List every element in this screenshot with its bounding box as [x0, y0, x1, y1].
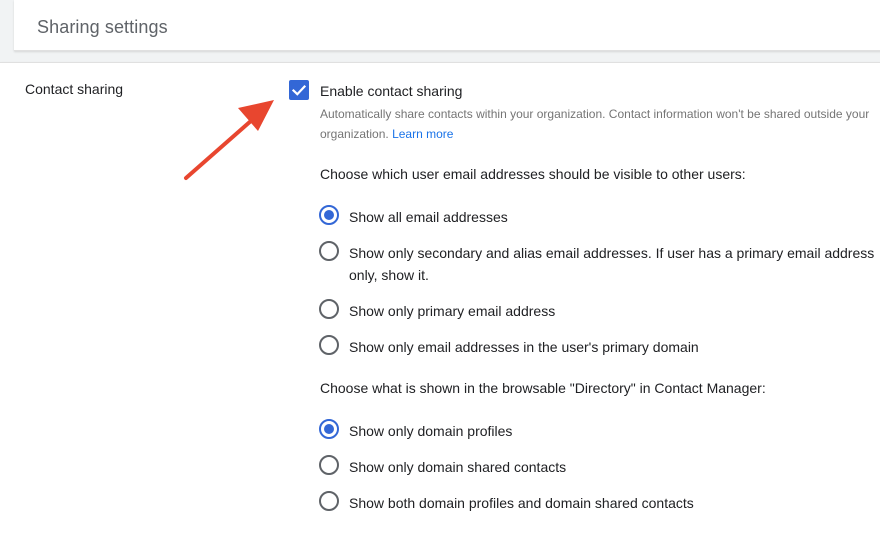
section-label: Contact sharing — [25, 81, 124, 97]
enable-contact-sharing-label[interactable]: Enable contact sharing — [320, 83, 462, 99]
directory-question: Choose what is shown in the browsable "D… — [320, 380, 766, 396]
radio-button[interactable] — [319, 205, 339, 225]
sharing-settings-header: Sharing settings — [14, 0, 880, 51]
radio-label[interactable]: Show only secondary and alias email addr… — [349, 242, 879, 286]
learn-more-link[interactable]: Learn more — [392, 127, 453, 141]
radio-label[interactable]: Show only domain shared contacts — [349, 456, 879, 478]
radio-label[interactable]: Show only domain profiles — [349, 420, 879, 442]
radio-label[interactable]: Show all email addresses — [349, 206, 879, 228]
contact-sharing-description: Automatically share contacts within your… — [320, 104, 876, 144]
radio-button[interactable] — [319, 455, 339, 475]
radio-button[interactable] — [319, 335, 339, 355]
enable-contact-sharing-checkbox[interactable] — [289, 80, 309, 100]
radio-button[interactable] — [319, 299, 339, 319]
radio-label[interactable]: Show both domain profiles and domain sha… — [349, 492, 879, 514]
contact-sharing-card: Contact sharing Enable contact sharing A… — [0, 62, 880, 533]
radio-button[interactable] — [319, 241, 339, 261]
radio-button[interactable] — [319, 419, 339, 439]
page-title: Sharing settings — [37, 17, 168, 37]
radio-button[interactable] — [319, 491, 339, 511]
email-visibility-question: Choose which user email addresses should… — [320, 166, 746, 182]
radio-label[interactable]: Show only email addresses in the user's … — [349, 336, 879, 358]
checkmark-icon — [291, 84, 307, 96]
radio-label[interactable]: Show only primary email address — [349, 300, 879, 322]
